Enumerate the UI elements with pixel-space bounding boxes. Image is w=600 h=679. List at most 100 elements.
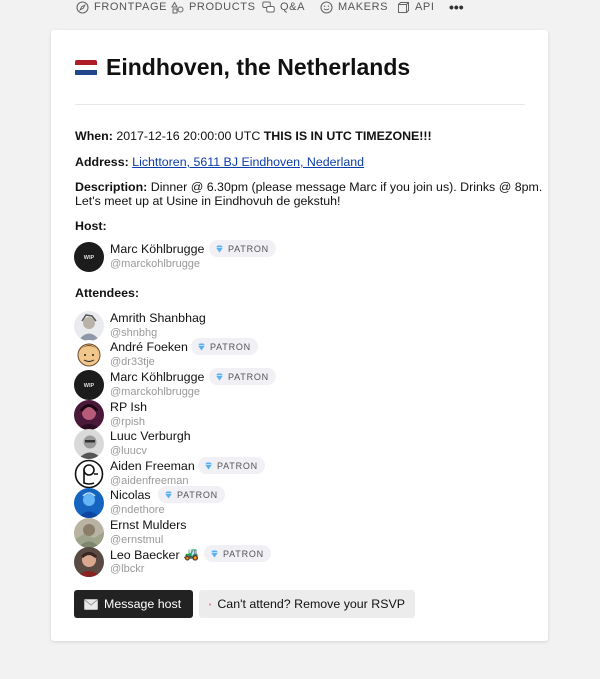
avatar: WIP xyxy=(74,242,104,272)
attendee-row[interactable]: Aiden Freeman PATRON @aidenfreeman xyxy=(74,457,474,489)
patron-badge: PATRON xyxy=(191,338,258,355)
nav-api-label: API xyxy=(415,1,435,13)
avatar: WIP xyxy=(74,370,104,400)
address-label: Address: xyxy=(75,155,129,169)
attendee-row[interactable]: RP Ish @rpish xyxy=(74,400,474,430)
nav-frontpage-label: FRONTPAGE xyxy=(94,1,168,13)
red-x-icon xyxy=(209,602,212,606)
when-label: When: xyxy=(75,129,113,143)
host-row[interactable]: WIP Marc Köhlbrugge PATRON @marckohlbrug… xyxy=(74,240,474,272)
attendee-row[interactable]: Nicolas PATRON @ndethore xyxy=(74,486,474,518)
chat-bubbles-icon xyxy=(262,1,275,14)
patron-label: PATRON xyxy=(210,341,251,352)
attendee-name[interactable]: Nicolas xyxy=(110,488,151,502)
attendee-handle: @ernstmul xyxy=(110,534,164,546)
nav-makers[interactable]: MAKERS xyxy=(320,0,388,14)
shapes-icon xyxy=(171,0,184,14)
diamond-icon xyxy=(211,550,218,557)
description-line1: Dinner @ 6.30pm (please message Marc if … xyxy=(150,180,543,194)
patron-label: PATRON xyxy=(177,489,218,500)
avatar xyxy=(74,459,104,489)
message-host-button[interactable]: Message host xyxy=(74,590,193,618)
diamond-icon xyxy=(205,462,212,469)
attendee-name[interactable]: Marc Köhlbrugge xyxy=(110,370,204,384)
nav-api[interactable]: API xyxy=(397,0,435,14)
diamond-icon xyxy=(198,343,205,350)
remove-rsvp-button[interactable]: Can't attend? Remove your RSVP xyxy=(199,590,415,618)
attendee-name[interactable]: Leo Baecker 🚜 xyxy=(110,547,199,562)
attendee-handle: @luucv xyxy=(110,445,147,457)
top-nav: FRONTPAGE PRODUCTS Q&A MAKERS API ••• xyxy=(0,0,600,15)
attendee-row[interactable]: Amrith Shanbhag @shnbhg xyxy=(74,311,474,341)
diamond-icon xyxy=(216,373,223,380)
attendee-name-text: Leo Baecker xyxy=(110,547,180,562)
wip-logo-text: WIP xyxy=(84,383,95,389)
attendee-handle: @dr33tje xyxy=(110,356,155,368)
attendee-name[interactable]: Luuc Verburgh xyxy=(110,429,191,443)
nav-products-label: PRODUCTS xyxy=(189,1,256,13)
when-value: 2017-12-16 20:00:00 UTC xyxy=(116,129,261,143)
host-name[interactable]: Marc Köhlbrugge xyxy=(110,242,204,256)
nav-frontpage[interactable]: FRONTPAGE xyxy=(76,0,167,14)
attendee-handle: @shnbhg xyxy=(110,327,158,339)
patron-badge: PATRON xyxy=(198,457,265,474)
address-link[interactable]: Lichttoren, 5611 BJ Eindhoven, Nederland xyxy=(132,155,364,169)
nav-makers-label: MAKERS xyxy=(338,1,389,13)
description-row: Description: Dinner @ 6.30pm (please mes… xyxy=(75,180,542,208)
host-label: Host: xyxy=(75,219,107,233)
nav-qa-label: Q&A xyxy=(280,1,306,13)
description-label: Description: xyxy=(75,180,148,194)
attendee-handle: @ndethore xyxy=(110,504,165,516)
attendee-handle: @lbckr xyxy=(110,563,145,575)
attendee-row[interactable]: Luuc Verburgh @luucv xyxy=(74,429,474,459)
diamond-icon xyxy=(216,245,223,252)
envelope-icon xyxy=(84,598,98,610)
patron-label: PATRON xyxy=(228,243,269,254)
attendee-name[interactable]: André Foeken xyxy=(110,340,188,354)
patron-badge: PATRON xyxy=(209,368,276,385)
message-host-label: Message host xyxy=(104,597,182,611)
netherlands-flag-icon xyxy=(75,59,97,76)
attendee-name[interactable]: Aiden Freeman xyxy=(110,459,195,473)
diamond-icon xyxy=(165,491,172,498)
when-note: THIS IS IN UTC TIMEZONE!!! xyxy=(263,129,432,143)
page-title: Eindhoven, the Netherlands xyxy=(75,54,410,81)
avatar xyxy=(74,340,104,370)
patron-label: PATRON xyxy=(217,460,258,471)
attendee-row[interactable]: André Foeken PATRON @dr33tje xyxy=(74,338,474,370)
attendee-name[interactable]: Ernst Mulders xyxy=(110,518,186,532)
avatar xyxy=(74,488,104,518)
when-row: When: 2017-12-16 20:00:00 UTC THIS IS IN… xyxy=(75,129,432,143)
avatar xyxy=(74,400,104,430)
more-menu-icon[interactable]: ••• xyxy=(449,0,464,15)
attendee-row[interactable]: Ernst Mulders @ernstmul xyxy=(74,518,474,548)
avatar xyxy=(74,311,104,341)
tractor-icon: 🚜 xyxy=(183,547,200,561)
address-row: Address: Lichttoren, 5611 BJ Eindhoven, … xyxy=(75,155,364,169)
cube-icon xyxy=(397,1,410,14)
patron-badge: PATRON xyxy=(209,240,276,257)
nav-products[interactable]: PRODUCTS xyxy=(171,0,256,14)
attendee-handle: @marckohlbrugge xyxy=(110,386,201,398)
remove-rsvp-label: Can't attend? Remove your RSVP xyxy=(217,597,405,611)
nav-qa[interactable]: Q&A xyxy=(262,0,305,14)
host-handle: @marckohlbrugge xyxy=(110,258,201,270)
avatar xyxy=(74,518,104,548)
compass-icon xyxy=(76,0,89,14)
attendee-name[interactable]: Amrith Shanbhag xyxy=(110,311,206,325)
divider xyxy=(75,104,525,105)
attendee-row[interactable]: WIP Marc Köhlbrugge PATRON @marckohlbrug… xyxy=(74,368,474,400)
avatar xyxy=(74,547,104,577)
wip-logo-text: WIP xyxy=(84,255,95,261)
description-line2: Let's meet up at Usine in Eindhovuh de g… xyxy=(75,194,341,208)
smiley-icon xyxy=(320,0,333,14)
attendee-row[interactable]: Leo Baecker 🚜 PATRON @lbckr xyxy=(74,545,474,577)
attendees-label: Attendees: xyxy=(75,286,140,300)
more-label: ••• xyxy=(449,0,464,15)
attendee-name[interactable]: RP Ish xyxy=(110,400,147,414)
event-title: Eindhoven, the Netherlands xyxy=(106,54,411,80)
avatar xyxy=(74,429,104,459)
patron-badge: PATRON xyxy=(204,545,271,562)
patron-label: PATRON xyxy=(223,548,264,559)
event-card: Eindhoven, the Netherlands When: 2017-12… xyxy=(51,30,548,641)
